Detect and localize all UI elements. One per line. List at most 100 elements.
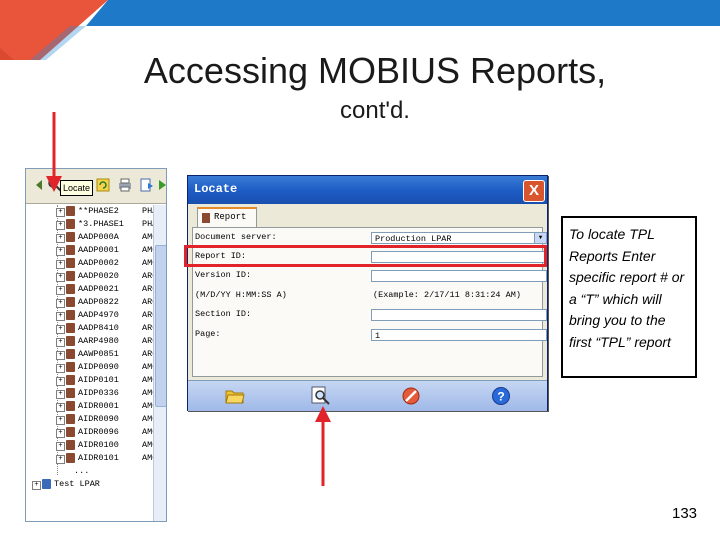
document-server-label: Document server: bbox=[195, 232, 277, 242]
server-icon bbox=[42, 479, 51, 489]
instruction-callout: To locate TPL Reports Enter specific rep… bbox=[561, 216, 697, 378]
tree-row-bottom[interactable]: + Test LPAR bbox=[28, 478, 153, 491]
tree-row-name: AADP0002 bbox=[78, 258, 119, 268]
tree-scrollbar-thumb[interactable] bbox=[155, 245, 166, 407]
expand-icon[interactable]: + bbox=[56, 273, 65, 282]
expand-icon[interactable]: + bbox=[56, 312, 65, 321]
tab-report[interactable]: Report bbox=[197, 207, 257, 229]
expand-icon[interactable]: + bbox=[56, 364, 65, 373]
tree-row[interactable]: + AADP4970 ARC bbox=[28, 309, 157, 322]
report-book-icon bbox=[66, 284, 75, 294]
tree-row[interactable]: + AIDR0100 AMC bbox=[28, 439, 157, 452]
tree-row-name: AIDP0090 bbox=[78, 362, 119, 372]
print-icon[interactable] bbox=[116, 176, 134, 194]
expand-icon[interactable]: + bbox=[56, 286, 65, 295]
close-button[interactable]: X bbox=[523, 180, 545, 202]
tree-scrollbar[interactable] bbox=[153, 205, 166, 521]
tree-row-name: AADP8410 bbox=[78, 323, 119, 333]
expand-icon[interactable]: + bbox=[56, 325, 65, 334]
tree-row-name: AIDR0096 bbox=[78, 427, 119, 437]
expand-icon[interactable]: + bbox=[56, 221, 65, 230]
tree-row[interactable]: + AADP8410 ARC bbox=[28, 322, 157, 335]
tree-row[interactable]: + AIDP0090 AMC bbox=[28, 361, 157, 374]
tree-row-more[interactable]: ... bbox=[28, 465, 153, 478]
report-book-icon bbox=[66, 440, 75, 450]
chevron-down-icon[interactable]: ▼ bbox=[534, 233, 546, 243]
expand-icon[interactable]: + bbox=[56, 260, 65, 269]
version-id-label: Version ID: bbox=[195, 270, 252, 280]
tree-row[interactable]: + AADP0002 AMC bbox=[28, 257, 157, 270]
tree-row-name: AADP4970 bbox=[78, 310, 119, 320]
slide-subtitle: cont'd. bbox=[340, 97, 410, 124]
open-folder-icon[interactable] bbox=[224, 385, 246, 407]
tree-row-name: *3.PHASE1 bbox=[78, 219, 124, 229]
tree-row[interactable]: + AIDP0336 AMC bbox=[28, 387, 157, 400]
tree-row[interactable]: + AIDP0101 AMC bbox=[28, 374, 157, 387]
report-book-icon bbox=[66, 401, 75, 411]
arrow-up-to-search bbox=[315, 406, 331, 486]
locate-dialog: Locate X Report Document server: Product… bbox=[187, 175, 548, 411]
expand-icon[interactable]: + bbox=[56, 416, 65, 425]
report-book-icon bbox=[66, 349, 75, 359]
tree-row[interactable]: + AADP0001 AMC bbox=[28, 244, 157, 257]
cancel-icon[interactable] bbox=[400, 385, 422, 407]
version-id-input[interactable] bbox=[371, 270, 547, 282]
report-book-icon bbox=[66, 323, 75, 333]
tree-row-name: AADP0020 bbox=[78, 271, 119, 281]
dialog-titlebar[interactable]: Locate X bbox=[188, 176, 547, 204]
help-icon[interactable]: ? bbox=[490, 385, 512, 407]
tree-row[interactable]: + AARP4980 ARC bbox=[28, 335, 157, 348]
document-server-select[interactable]: Production LPAR ▼ bbox=[371, 232, 547, 244]
section-id-input[interactable] bbox=[371, 309, 547, 321]
tree-row[interactable]: + AIDR0090 AMC bbox=[28, 413, 157, 426]
slide-title: Accessing MOBIUS Reports, bbox=[143, 50, 607, 91]
tab-report-label: Report bbox=[214, 212, 247, 222]
tree-row-name: AADP0021 bbox=[78, 284, 119, 294]
expand-icon[interactable]: + bbox=[56, 390, 65, 399]
expand-icon[interactable]: + bbox=[56, 234, 65, 243]
expand-icon[interactable]: + bbox=[56, 403, 65, 412]
tree-row-name: AADP0822 bbox=[78, 297, 119, 307]
tree-row[interactable]: + AIDR0001 AMC bbox=[28, 400, 157, 413]
page-label: Page: bbox=[195, 329, 221, 339]
report-book-icon bbox=[202, 213, 210, 223]
tree-row[interactable]: + AADP0021 ARC bbox=[28, 283, 157, 296]
tree-row[interactable]: + AIDR0101 AMC bbox=[28, 452, 157, 465]
report-book-icon bbox=[66, 375, 75, 385]
datetime-format-label: (M/D/YY H:MM:SS A) bbox=[195, 290, 287, 300]
refresh-icon[interactable] bbox=[94, 176, 112, 194]
tree-bottom-name: Test LPAR bbox=[54, 479, 100, 489]
report-tree-panel: Locate + **PHASE2 PHA + *3.PHASE1 PHA + AADP000… bbox=[25, 168, 167, 522]
tree-row-name: AARP4980 bbox=[78, 336, 119, 346]
expand-icon[interactable]: + bbox=[32, 481, 41, 490]
locate-tooltip: Locate bbox=[60, 180, 94, 196]
report-tree-list: + **PHASE2 PHA + *3.PHASE1 PHA + AADP000A AMC + AA… bbox=[28, 205, 157, 491]
report-book-icon bbox=[66, 271, 75, 281]
page-input[interactable]: 1 bbox=[371, 329, 547, 341]
tree-row[interactable]: + AADP000A AMC bbox=[28, 231, 157, 244]
tree-row[interactable]: + AIDR0096 AMC bbox=[28, 426, 157, 439]
expand-icon[interactable]: + bbox=[56, 208, 65, 217]
tree-row[interactable]: + *3.PHASE1 PHA bbox=[28, 218, 157, 231]
tree-row[interactable]: + AADP0822 ARC bbox=[28, 296, 157, 309]
svg-text:?: ? bbox=[497, 390, 504, 404]
report-book-icon bbox=[66, 206, 75, 216]
expand-icon[interactable]: + bbox=[56, 442, 65, 451]
forward-arrow-icon[interactable] bbox=[154, 176, 166, 194]
expand-icon[interactable]: + bbox=[56, 377, 65, 386]
report-book-icon bbox=[66, 414, 75, 424]
expand-icon[interactable]: + bbox=[56, 247, 65, 256]
expand-icon[interactable]: + bbox=[56, 351, 65, 360]
expand-icon[interactable]: + bbox=[56, 429, 65, 438]
tree-row[interactable]: + **PHASE2 PHA bbox=[28, 205, 157, 218]
report-book-icon bbox=[66, 336, 75, 346]
expand-icon[interactable]: + bbox=[56, 455, 65, 464]
report-book-icon bbox=[66, 258, 75, 268]
tree-row[interactable]: + AADP0020 ARC bbox=[28, 270, 157, 283]
tree-row-name: AIDP0101 bbox=[78, 375, 119, 385]
report-book-icon bbox=[66, 362, 75, 372]
expand-icon[interactable]: + bbox=[56, 299, 65, 308]
expand-icon[interactable]: + bbox=[56, 338, 65, 347]
report-book-icon bbox=[66, 245, 75, 255]
tree-row[interactable]: + AAWP0851 ARC bbox=[28, 348, 157, 361]
